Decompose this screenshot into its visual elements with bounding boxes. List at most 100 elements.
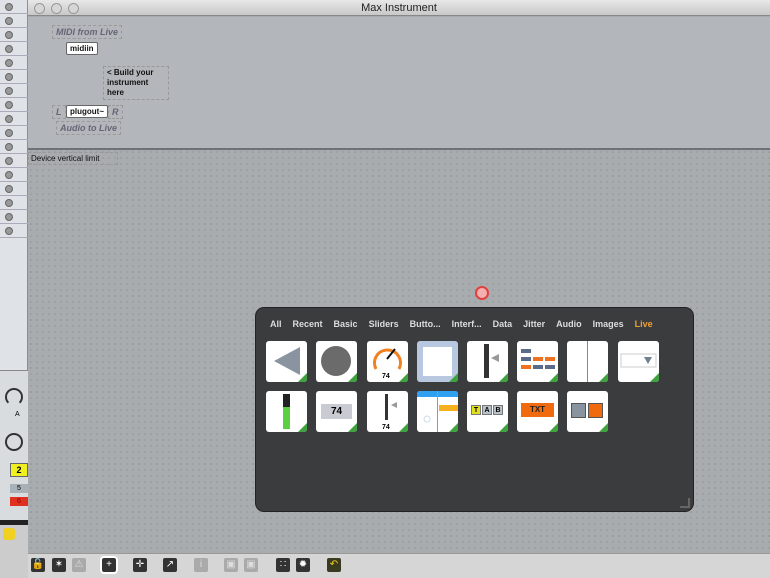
inlet-row (0, 28, 28, 42)
palette-tab[interactable]: Sliders (369, 319, 399, 329)
live-dropdown-tile[interactable] (618, 341, 659, 382)
presentation-icon[interactable]: ✶ (52, 558, 66, 572)
chart-icon[interactable]: ↗ (163, 558, 177, 572)
circle-icon (5, 115, 13, 123)
palette-tab[interactable]: Recent (293, 319, 323, 329)
circle-icon (5, 17, 13, 25)
bring-front-icon[interactable]: ▣ (244, 558, 258, 572)
live-dial-tile[interactable]: 74 (367, 341, 408, 382)
close-button[interactable] (34, 3, 45, 14)
inlet-row (0, 182, 28, 196)
inlet-row (0, 84, 28, 98)
lock-icon[interactable]: 🔓 (31, 558, 45, 572)
palette-tab[interactable]: Images (593, 319, 624, 329)
circle-icon (5, 143, 13, 151)
circle-icon (5, 73, 13, 81)
inlet-row (0, 196, 28, 210)
inlet-row (0, 98, 28, 112)
plugout-object[interactable]: plugout~ (66, 105, 108, 118)
move-icon[interactable]: ✛ (133, 558, 147, 572)
knob-icon-2[interactable] (5, 433, 23, 451)
live-tab-tile[interactable]: TAB (467, 391, 508, 432)
inlet-row (0, 126, 28, 140)
circle-icon (5, 227, 13, 235)
number-value: 74 (321, 404, 352, 419)
inlet-row (0, 224, 28, 238)
live-toggle-tile[interactable] (567, 391, 608, 432)
inlet-row (0, 42, 28, 56)
live-grid-tile[interactable] (517, 341, 558, 382)
build-comment: < Build your instrument here (103, 66, 169, 100)
inlet-row (0, 14, 28, 28)
live-tab-split-tile[interactable] (567, 341, 608, 382)
circle-icon (5, 171, 13, 179)
live-slider-number-tile[interactable]: 74 (367, 391, 408, 432)
inlet-row (0, 140, 28, 154)
palette-tab[interactable]: Jitter (523, 319, 545, 329)
inlet-row (0, 0, 28, 14)
snap-icon[interactable]: ✹ (296, 558, 310, 572)
palette-tab[interactable]: Data (493, 319, 513, 329)
circle-icon (5, 59, 13, 67)
tab-letter: T (471, 405, 481, 415)
circle-icon (5, 129, 13, 137)
device-area: MIDI from Live midiin < Build your instr… (28, 17, 770, 150)
palette-tab[interactable]: Interf... (452, 319, 482, 329)
slider-value: 74 (382, 424, 390, 431)
tab-letter: B (493, 405, 503, 415)
title-bar: Max Instrument (28, 0, 770, 16)
circle-icon (5, 45, 13, 53)
resize-handle[interactable] (680, 498, 690, 508)
right-label: R (108, 105, 123, 119)
live-button-tile[interactable] (316, 341, 357, 382)
inlet-row (0, 210, 28, 224)
device-limit-label: Device vertical limit (28, 152, 118, 165)
inlet-row (0, 70, 28, 84)
circle-icon (5, 199, 13, 207)
knob-icon[interactable] (5, 388, 23, 406)
object-placeholder-icon[interactable] (475, 286, 489, 300)
inlet-row (0, 112, 28, 126)
badge-5[interactable]: 5 (10, 484, 28, 493)
live-text-tile[interactable]: TXT (517, 391, 558, 432)
palette-tab[interactable]: Butto... (410, 319, 441, 329)
circle-icon (5, 157, 13, 165)
badge-2[interactable]: 2 (10, 463, 28, 477)
window-title: Max Instrument (361, 2, 437, 14)
inlet-row (0, 154, 28, 168)
grid-icon[interactable]: ∷ (276, 558, 290, 572)
circle-icon (5, 213, 13, 221)
dial-value: 74 (382, 373, 390, 380)
badge-6[interactable]: 6 (10, 497, 28, 506)
circle-icon (5, 87, 13, 95)
minimize-button[interactable] (51, 3, 62, 14)
info-icon[interactable]: i (194, 558, 208, 572)
warning-icon[interactable]: ⚠ (72, 558, 86, 572)
palette-tab[interactable]: All (270, 319, 282, 329)
live-slider-tile[interactable] (467, 341, 508, 382)
palette-tab[interactable]: Live (635, 319, 653, 329)
palette-tab[interactable]: Basic (334, 319, 358, 329)
inlet-row (0, 168, 28, 182)
live-menu-tile[interactable] (417, 341, 458, 382)
midiin-object[interactable]: midiin (66, 42, 98, 55)
live-number-tile[interactable]: 74 (316, 391, 357, 432)
tab-letter: A (482, 405, 492, 415)
bottom-toolbar: 🔓 ✶ ⚠ + ✛ ↗ i ▣ ▣ ∷ ✹ ↶ (28, 553, 770, 578)
undo-icon[interactable]: ↶ (327, 558, 341, 572)
live-meter-tile[interactable] (266, 391, 307, 432)
palette-tab[interactable]: Audio (556, 319, 582, 329)
knob-label: A (15, 411, 20, 418)
audio-comment: Audio to Live (56, 121, 121, 135)
send-back-icon[interactable]: ▣ (224, 558, 238, 572)
bottom-left-panel (0, 520, 28, 578)
zoom-button[interactable] (68, 3, 79, 14)
text-label: TXT (521, 403, 554, 417)
inlet-row (0, 56, 28, 70)
object-palette: All Recent Basic Sliders Butto... Interf... Da… (255, 307, 694, 512)
live-multislider-tile[interactable] (417, 391, 458, 432)
new-object-icon[interactable]: + (100, 556, 118, 574)
left-label: L (52, 105, 66, 119)
live-gain-tile[interactable] (266, 341, 307, 382)
circle-icon (5, 31, 13, 39)
